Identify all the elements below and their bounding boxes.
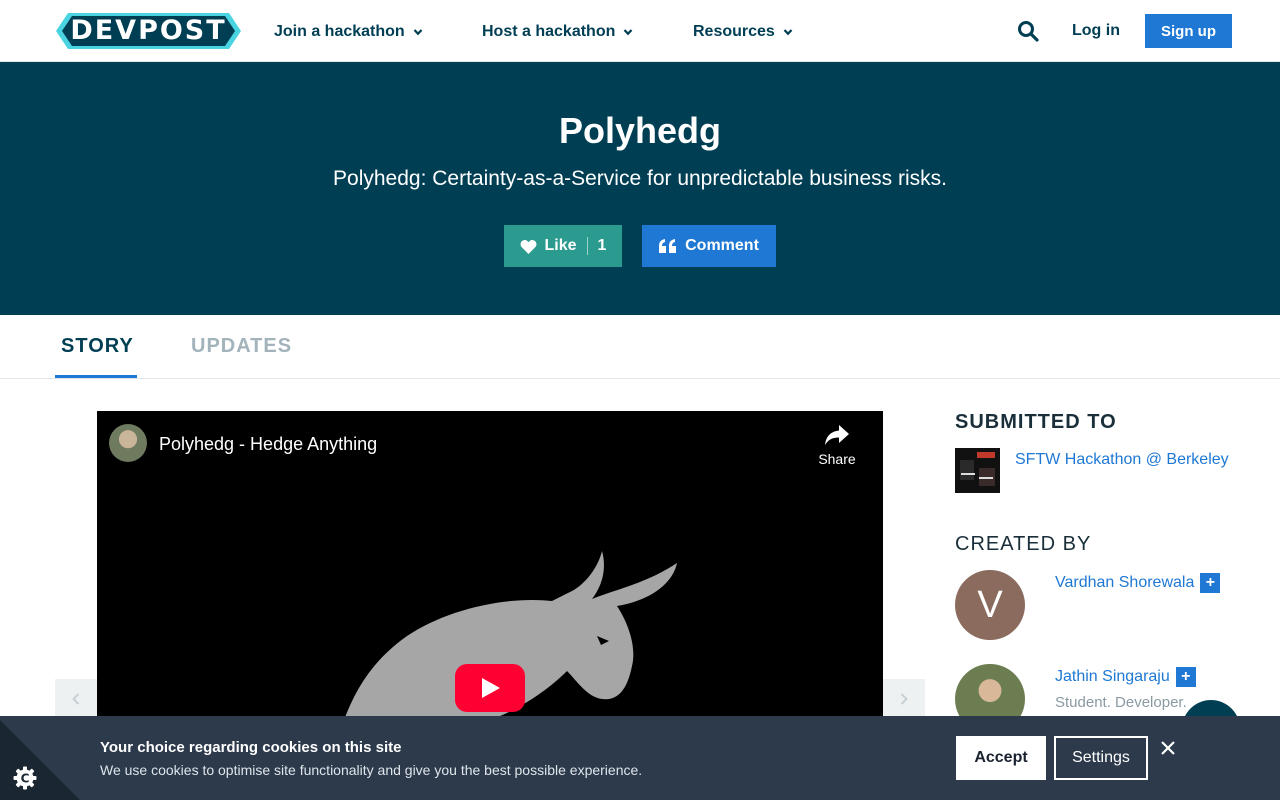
project-tagline: Polyhedg: Certainty-as-a-Service for unp… [333,167,947,190]
nav-join-hackathon[interactable]: Join a hackathon [274,22,423,42]
member-name-label: Vardhan Shorewala [1055,574,1195,591]
like-label: Like [544,237,577,254]
close-icon[interactable] [1158,738,1178,758]
search-icon[interactable] [1017,20,1039,42]
nav-resources[interactable]: Resources [693,22,793,42]
heart-icon [520,239,536,254]
share-label: Share [818,451,856,467]
hackathon-thumbnail[interactable] [955,448,1000,493]
active-tab-indicator [55,375,137,378]
created-by-heading: CREATED BY [955,533,1092,555]
share-icon [825,425,849,445]
avatar[interactable]: V [955,570,1025,640]
nav-host-hackathon-label: Host a hackathon [482,23,616,40]
devpost-logo[interactable]: DEVPOST [56,13,241,49]
tab-updates[interactable]: UPDATES [191,335,292,358]
tab-story[interactable]: STORY [61,335,134,358]
nav-join-hackathon-label: Join a hackathon [274,23,405,40]
avatar-initial: V [977,583,1003,626]
cookie-settings-icon[interactable]: C [12,765,38,791]
chevron-down-icon [413,29,423,36]
share-button[interactable]: Share [813,425,861,467]
like-count: 1 [597,237,607,254]
quote-icon [659,239,677,253]
follow-plus-icon[interactable]: + [1200,573,1221,593]
comment-button[interactable]: Comment [642,225,776,267]
svg-text:C: C [21,772,30,786]
submitted-to-heading: SUBMITTED TO [955,411,1117,433]
member-bio: Student. Developer. [1055,694,1187,711]
member-jathin-singaraju[interactable]: Jathin Singaraju + [1055,667,1196,687]
nav-resources-label: Resources [693,23,775,40]
chevron-down-icon [783,29,793,36]
like-divider [586,237,588,255]
cookie-title: Your choice regarding cookies on this si… [100,739,402,756]
youtube-play-icon[interactable] [455,664,525,712]
cookie-description: We use cookies to optimise site function… [100,762,643,778]
project-title: Polyhedg [558,110,722,151]
hackathon-link[interactable]: SFTW Hackathon @ Berkeley [1015,451,1229,469]
gallery-prev-button[interactable] [55,679,97,719]
member-name-label: Jathin Singaraju [1055,668,1170,685]
cookie-accept-button[interactable]: Accept [956,736,1046,780]
login-link[interactable]: Log in [1072,22,1120,40]
video-title[interactable]: Polyhedg - Hedge Anything [159,434,377,455]
project-tabs: STORY UPDATES [0,315,1280,379]
top-navigation: DEVPOST Join a hackathon Host a hackatho… [0,0,1280,62]
logo-text: DEVPOST [70,15,227,46]
comment-label: Comment [685,237,759,254]
cookie-settings-button[interactable]: Settings [1054,736,1148,780]
video-player[interactable]: Polyhedg - Hedge Anything Share [97,411,883,731]
follow-plus-icon[interactable]: + [1175,667,1196,687]
gallery-next-button[interactable] [883,679,925,719]
chevron-down-icon [624,29,633,36]
chevron-right-icon [900,693,908,705]
signup-button[interactable]: Sign up [1145,14,1232,48]
nav-host-hackathon[interactable]: Host a hackathon [482,22,633,42]
project-hero: Polyhedg Polyhedg: Certainty-as-a-Servic… [0,62,1280,315]
member-vardhan-shorewala[interactable]: Vardhan Shorewala + [1055,573,1221,593]
chevron-left-icon [72,693,80,705]
cookie-banner: C Your choice regarding cookies on this … [0,716,1280,800]
like-button[interactable]: Like 1 [504,225,622,267]
channel-avatar[interactable] [109,424,147,462]
